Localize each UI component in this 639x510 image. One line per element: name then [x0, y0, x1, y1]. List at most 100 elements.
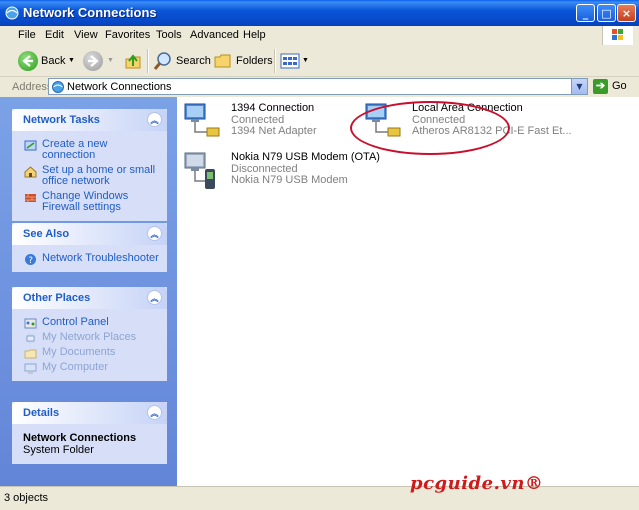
place-my-documents[interactable]: My Documents: [24, 346, 159, 359]
collapse-chevron-icon[interactable]: ︽: [147, 290, 162, 305]
menu-file[interactable]: File: [18, 29, 36, 41]
search-label: Search: [176, 55, 211, 67]
go-button[interactable]: ➔ Go: [593, 79, 633, 95]
connection-device: Nokia N79 USB Modem: [231, 174, 348, 186]
details-panel: Details ︽ Network Connections System Fol…: [12, 402, 167, 464]
address-label: Address: [12, 81, 53, 93]
menu-help[interactable]: Help: [243, 29, 266, 41]
go-arrow-icon: ➔: [593, 79, 608, 94]
menu-advanced[interactable]: Advanced: [190, 29, 239, 41]
place-label: My Network Places: [42, 331, 137, 343]
folders-label: Folders: [236, 55, 273, 67]
details-type: System Folder: [23, 444, 94, 456]
task-label: Create a new connection: [42, 138, 108, 161]
views-dropdown-icon[interactable]: ▼: [302, 50, 309, 72]
status-text: 3 objects: [4, 492, 49, 504]
search-icon: [153, 52, 171, 70]
place-control-panel[interactable]: Control Panel: [24, 316, 159, 329]
forward-arrow-icon: [83, 51, 103, 71]
firewall-icon: [25, 194, 36, 202]
connections-view: 1394 Connection Connected 1394 Net Adapt…: [177, 97, 639, 486]
place-my-computer[interactable]: My Computer: [24, 361, 159, 374]
collapse-chevron-icon[interactable]: ︽: [147, 405, 162, 420]
title-bar[interactable]: Network Connections _ □ ×: [0, 0, 639, 26]
menu-favorites[interactable]: Favorites: [105, 29, 150, 41]
back-label: Back: [41, 55, 66, 67]
control-panel-icon: [24, 318, 37, 329]
watermark-logo: pcguide.vn®: [410, 473, 544, 494]
task-create-connection[interactable]: Create a new connection: [24, 139, 159, 161]
up-folder-icon: [125, 54, 141, 69]
back-dropdown-icon[interactable]: ▼: [68, 50, 75, 72]
windows-logo-icon: [602, 26, 633, 45]
minimize-button[interactable]: _: [576, 4, 595, 22]
connection-item-1394[interactable]: 1394 Connection Connected 1394 Net Adapt…: [183, 102, 373, 142]
views-icon: [280, 53, 300, 69]
up-folder-button[interactable]: [123, 50, 143, 72]
collapse-chevron-icon[interactable]: ︽: [147, 112, 162, 127]
connection-device: 1394 Net Adapter: [231, 125, 317, 137]
forward-dropdown-icon[interactable]: ▼: [107, 50, 114, 72]
modem-icon: [184, 152, 215, 189]
task-pane: Network Tasks ︽ Create a new connection …: [0, 97, 177, 486]
task-label: Change Windows Firewall settings: [42, 190, 129, 213]
see-also-troubleshooter[interactable]: ? Network Troubleshooter: [24, 252, 159, 266]
collapse-chevron-icon[interactable]: ︽: [147, 226, 162, 241]
place-label: Control Panel: [42, 316, 109, 328]
network-places-icon: [25, 333, 36, 344]
network-tasks-panel: Network Tasks ︽ Create a new connection …: [12, 109, 167, 221]
highlight-circle: [350, 101, 510, 155]
maximize-button[interactable]: □: [597, 4, 616, 22]
place-label: My Documents: [42, 346, 116, 358]
task-home-network[interactable]: Set up a home or small office network: [24, 165, 159, 187]
address-value: Network Connections: [67, 81, 172, 93]
see-also-header[interactable]: See Also ︽: [12, 223, 167, 245]
go-label: Go: [612, 80, 627, 92]
computer-icon: [24, 363, 37, 374]
task-label: Set up a home or small office network: [42, 164, 156, 187]
folders-icon: [214, 54, 231, 68]
menu-bar: File Edit View Favorites Tools Advanced …: [0, 26, 639, 47]
task-firewall-settings[interactable]: Change Windows Firewall settings: [24, 191, 159, 213]
network-tasks-header[interactable]: Network Tasks ︽: [12, 109, 167, 131]
close-button[interactable]: ×: [617, 4, 636, 22]
toolbar-separator: [147, 49, 149, 73]
network-adapter-icon: [184, 103, 220, 137]
address-bar: Address Network Connections ▼ ➔ Go: [0, 77, 639, 98]
network-folder-icon: [5, 6, 19, 20]
see-also-label: Network Troubleshooter: [42, 252, 159, 264]
window-title: Network Connections: [23, 5, 157, 20]
details-header[interactable]: Details ︽: [12, 402, 167, 424]
see-also-panel: See Also ︽ ? Network Troubleshooter: [12, 223, 167, 272]
back-button[interactable]: Back ▼: [18, 50, 78, 72]
views-button[interactable]: ▼: [280, 50, 310, 72]
panel-title: Details: [23, 407, 60, 419]
other-places-header[interactable]: Other Places ︽: [12, 287, 167, 309]
menu-view[interactable]: View: [74, 29, 98, 41]
place-my-network-places[interactable]: My Network Places: [24, 331, 159, 344]
help-icon: ?: [25, 254, 36, 266]
forward-button[interactable]: ▼: [83, 50, 117, 72]
address-input[interactable]: Network Connections ▼: [48, 78, 588, 95]
toolbar-separator: [274, 49, 276, 73]
panel-title: Other Places: [23, 292, 91, 304]
search-button[interactable]: Search: [153, 50, 211, 72]
connection-item-nokia-modem[interactable]: Nokia N79 USB Modem (OTA) Disconnected N…: [183, 151, 380, 191]
explorer-window: Network Connections _ □ × File Edit View…: [0, 0, 639, 510]
address-dropdown-icon[interactable]: ▼: [571, 79, 587, 94]
documents-folder-icon: [24, 349, 37, 359]
connection-name: 1394 Connection: [231, 102, 315, 114]
folders-button[interactable]: Folders: [213, 50, 273, 72]
menu-edit[interactable]: Edit: [45, 29, 64, 41]
menu-tools[interactable]: Tools: [156, 29, 182, 41]
new-connection-icon: [24, 140, 37, 151]
network-folder-icon: [52, 81, 64, 93]
details-name: Network Connections: [23, 432, 137, 444]
panel-title: See Also: [23, 228, 70, 240]
place-label: My Computer: [42, 361, 109, 373]
svg-text:?: ?: [28, 256, 33, 266]
connection-name: Nokia N79 USB Modem (OTA): [231, 151, 380, 163]
back-arrow-icon: [18, 51, 38, 71]
panel-title: Network Tasks: [23, 114, 100, 126]
home-network-icon: [24, 166, 37, 178]
